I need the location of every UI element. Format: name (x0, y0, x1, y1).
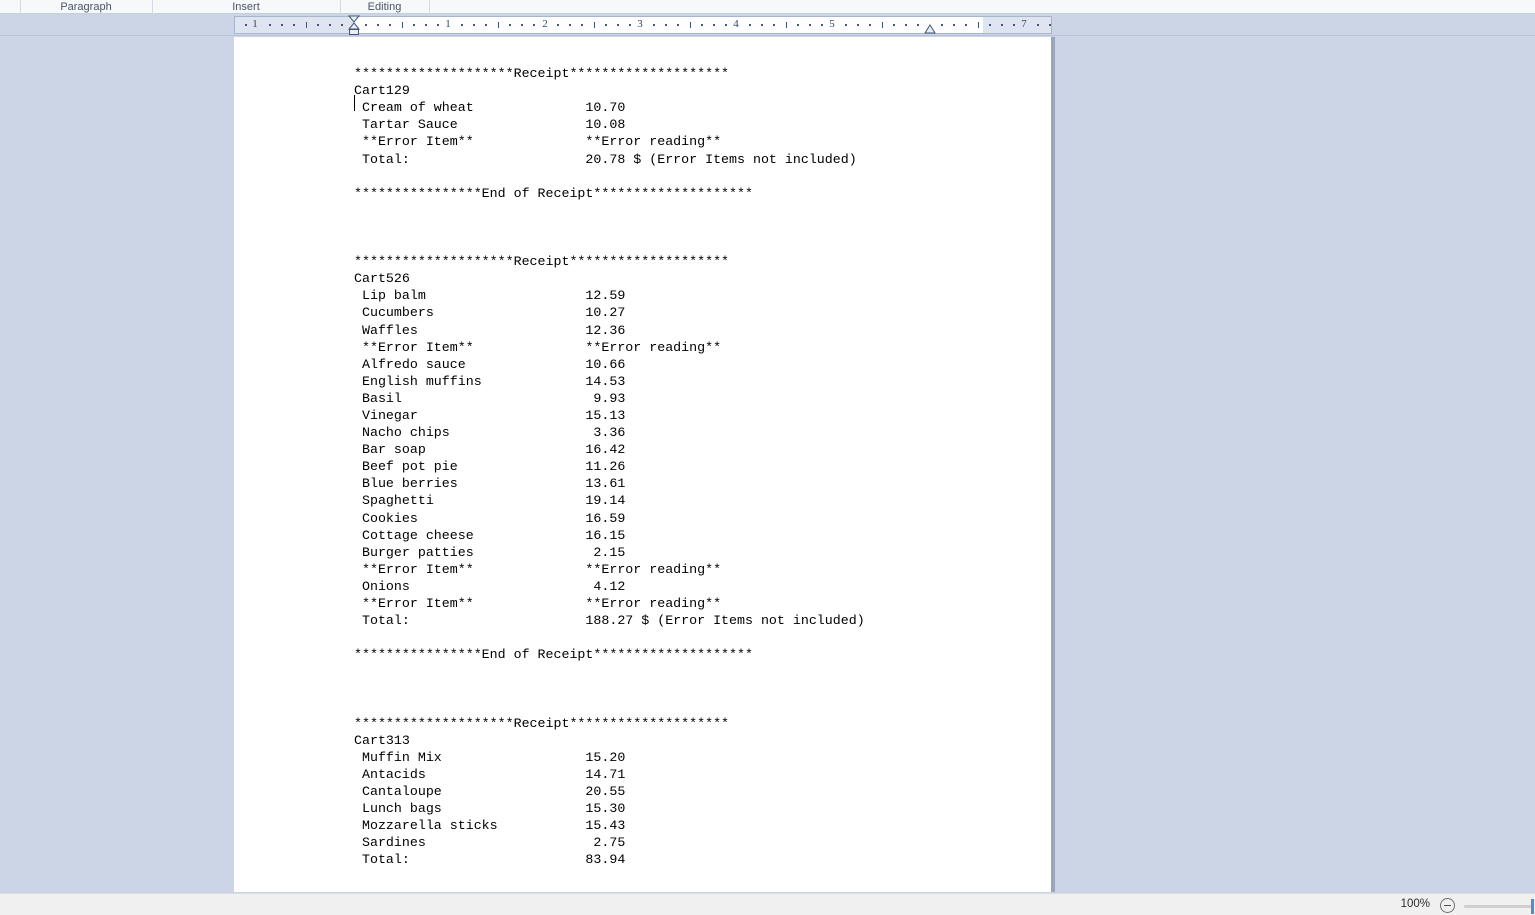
ruler-tick (594, 22, 595, 28)
ruler-tick (306, 22, 307, 28)
ruler-tick (965, 24, 967, 26)
ruler-tick (473, 24, 475, 26)
ruler-tick (809, 24, 811, 26)
ribbon-group-insert[interactable]: Insert (152, 0, 340, 14)
ruler-tick (509, 24, 511, 26)
zoom-slider-track[interactable] (1464, 905, 1534, 908)
ruler-number-label: 7 (1021, 18, 1027, 30)
ribbon-group-editing[interactable]: Editing (340, 0, 429, 14)
zoom-out-button[interactable] (1440, 898, 1455, 913)
right-indent-marker-icon[interactable] (923, 24, 937, 35)
ruler-tick (677, 24, 679, 26)
ribbon-group-paragraph[interactable]: Paragraph (20, 0, 152, 14)
ruler-tick (797, 24, 799, 26)
ruler-tick (498, 22, 499, 28)
ribbon-strip: Paragraph Insert Editing (0, 0, 1535, 14)
ruler-tick (857, 24, 859, 26)
ruler-tick (377, 24, 379, 26)
ruler-number-label: 4 (733, 18, 739, 30)
ruler-tick (569, 24, 571, 26)
ruler-tick (690, 22, 691, 28)
ruler-tick (1037, 24, 1039, 26)
ribbon-divider (429, 0, 430, 14)
ruler-tick (665, 24, 667, 26)
ruler-tick (989, 24, 991, 26)
ruler-number-label: 2 (542, 18, 548, 30)
ribbon-group-insert-label: Insert (232, 1, 260, 13)
ruler-tick (821, 24, 823, 26)
ruler-tick (629, 24, 631, 26)
ruler-tick (1049, 24, 1051, 26)
ruler-tick (389, 24, 391, 26)
ruler-tick (917, 24, 919, 26)
zoom-slider-thumb[interactable] (1531, 899, 1534, 914)
ruler-tick (317, 24, 319, 26)
ruler-tick (978, 22, 979, 28)
ruler-number-label: 1 (252, 18, 258, 30)
ruler-tick (281, 24, 283, 26)
ruler-tick (713, 24, 715, 26)
ruler-tick (245, 24, 247, 26)
ruler-tick (329, 24, 331, 26)
document-body-text[interactable]: ********************Receipt*************… (354, 48, 1034, 869)
ruler-tick (1001, 24, 1003, 26)
ruler-tick (413, 24, 415, 26)
ruler-tick (845, 24, 847, 26)
ruler-tick (605, 24, 607, 26)
left-indent-marker-icon[interactable] (347, 14, 361, 36)
ruler-tick (905, 24, 907, 26)
ruler-tick (869, 24, 871, 26)
ruler-tick (437, 24, 439, 26)
ruler-band: 1 1 2 3 4 5 7 (0, 14, 1535, 36)
ruler-tick (725, 24, 727, 26)
ruler-tick (761, 24, 763, 26)
ruler-tick (485, 24, 487, 26)
ruler-tick (365, 24, 367, 26)
ribbon-group-editing-label: Editing (367, 1, 402, 13)
document-page[interactable]: ********************Receipt*************… (234, 37, 1051, 892)
ruler-tick (786, 22, 787, 28)
ruler-tick (402, 22, 403, 28)
ruler-tick (293, 24, 295, 26)
ruler-number-label: 3 (637, 18, 643, 30)
ruler-tick (581, 24, 583, 26)
ruler-tick (953, 24, 955, 26)
ruler-tick (461, 24, 463, 26)
zoom-level-label[interactable]: 100% (1401, 898, 1430, 910)
ruler-tick (533, 24, 535, 26)
ruler-tick (941, 24, 943, 26)
ruler-tick (341, 24, 343, 26)
ruler-tick (557, 24, 559, 26)
ruler-tick (749, 24, 751, 26)
ruler-tick (701, 24, 703, 26)
ruler-number-label: 1 (445, 18, 451, 30)
ruler-tick (882, 22, 883, 28)
status-bar: 100% (0, 893, 1535, 915)
ruler-tick (773, 24, 775, 26)
ruler-tick (893, 24, 895, 26)
ruler-number-label: 5 (829, 18, 835, 30)
ruler-tick (653, 24, 655, 26)
ruler-tick (1013, 24, 1015, 26)
ribbon-group-paragraph-label: Paragraph (60, 1, 112, 13)
ruler-tick (425, 24, 427, 26)
ruler-tick (269, 24, 271, 26)
ruler-tick (521, 24, 523, 26)
ruler-tick (617, 24, 619, 26)
